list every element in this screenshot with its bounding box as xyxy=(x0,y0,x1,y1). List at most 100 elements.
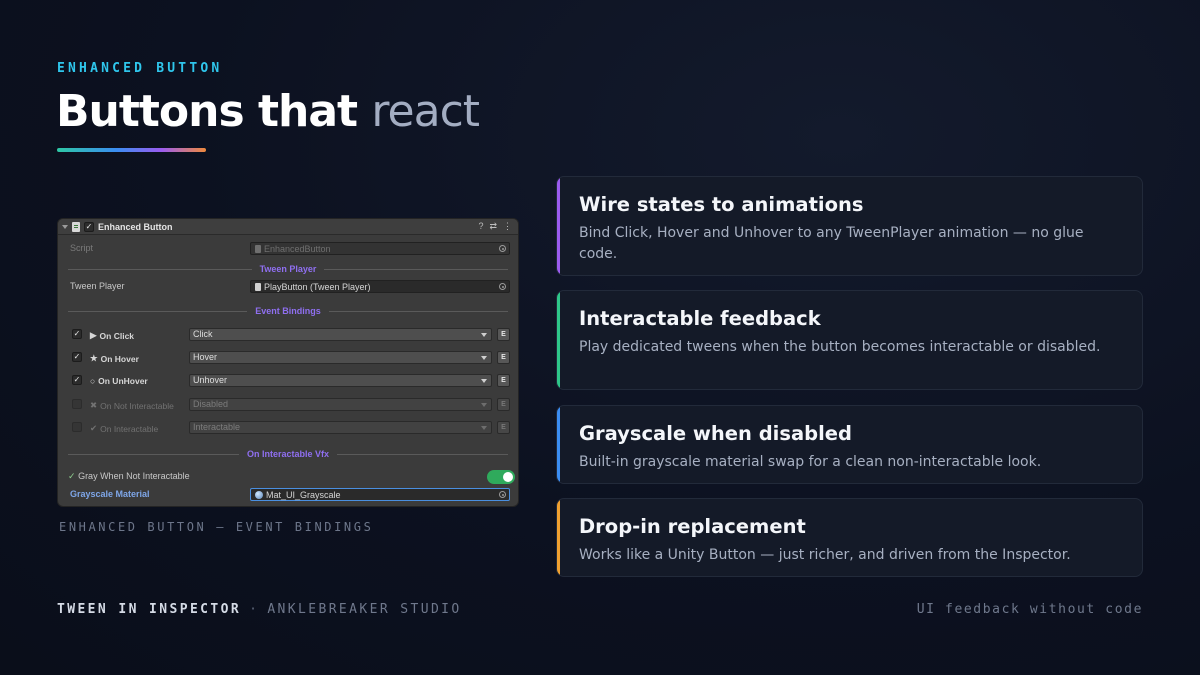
play-icon: ▶ xyxy=(90,330,97,340)
gray-toggle-row: ✓ Gray When Not Interactable xyxy=(58,470,518,484)
event-dropdown[interactable]: Interactable xyxy=(189,421,492,434)
chevron-down-icon xyxy=(481,333,487,337)
material-label: Grayscale Material xyxy=(70,489,150,499)
card-title: Drop-in replacement xyxy=(579,515,806,538)
gray-when-not-interactable-toggle[interactable] xyxy=(487,470,515,484)
edit-button[interactable]: E xyxy=(497,421,510,434)
edit-button[interactable]: E xyxy=(497,374,510,387)
cross-icon: ✖ xyxy=(90,400,98,410)
title-muted: react xyxy=(371,86,480,137)
chevron-down-icon xyxy=(481,403,487,407)
card-title: Grayscale when disabled xyxy=(579,422,852,445)
card-accent xyxy=(557,177,560,275)
checkmark-icon: ✔ xyxy=(90,423,98,433)
section-title: On Interactable Vfx xyxy=(246,449,330,459)
studio-name: ANKLEBREAKER STUDIO xyxy=(267,602,462,617)
brand-name: TWEEN IN INSPECTOR xyxy=(57,602,242,617)
edit-button[interactable]: E xyxy=(497,328,510,341)
presets-icon[interactable]: ⇄ xyxy=(489,221,497,232)
footer-separator: · xyxy=(249,602,260,617)
feature-card: Drop-in replacement Works like a Unity B… xyxy=(556,498,1143,577)
event-dropdown[interactable]: Unhover xyxy=(189,374,492,387)
material-row: Grayscale Material Mat_UI_Grayscale xyxy=(58,488,518,502)
section-title: Tween Player xyxy=(259,264,317,274)
section-vfx: On Interactable Vfx xyxy=(68,448,508,460)
feature-card: Wire states to animations Bind Click, Ho… xyxy=(556,176,1143,276)
script-row: Script EnhancedButton xyxy=(58,242,518,256)
help-icon[interactable]: ? xyxy=(478,221,483,232)
card-accent xyxy=(557,291,560,389)
component-enabled-checkbox[interactable]: ✓ xyxy=(84,221,94,232)
card-description: Works like a Unity Button — just richer,… xyxy=(579,547,1071,563)
script-icon xyxy=(72,221,80,232)
feature-card: Interactable feedback Play dedicated twe… xyxy=(556,290,1143,390)
inspector-panel: ✓ Enhanced Button ? ⇄ ⋮ Script EnhancedB… xyxy=(57,218,519,507)
check-icon: ✓ xyxy=(68,471,76,481)
event-enabled-checkbox[interactable]: ✓ xyxy=(72,422,82,432)
inspector-caption: ENHANCED BUTTON — EVENT BINDINGS xyxy=(59,520,374,534)
object-picker-icon[interactable] xyxy=(499,491,506,498)
footer-brand: TWEEN IN INSPECTOR · ANKLEBREAKER STUDIO xyxy=(57,602,462,617)
footer-tagline: UI feedback without code xyxy=(916,602,1143,617)
event-enabled-checkbox[interactable]: ✓ xyxy=(72,399,82,409)
event-enabled-checkbox[interactable]: ✓ xyxy=(72,329,82,339)
script-value: EnhancedButton xyxy=(264,243,331,254)
event-label: ✖ On Not Interactable xyxy=(90,400,174,411)
title-underline xyxy=(57,148,206,152)
event-enabled-checkbox[interactable]: ✓ xyxy=(72,352,82,362)
gray-toggle-label: ✓ Gray When Not Interactable xyxy=(68,471,190,481)
object-picker-icon[interactable] xyxy=(499,283,506,290)
tween-player-row: Tween Player PlayButton (Tween Player) xyxy=(58,280,518,294)
material-icon xyxy=(255,490,263,499)
event-dropdown[interactable]: Click xyxy=(189,328,492,341)
event-label: ★ On Hover xyxy=(90,353,139,364)
card-title: Interactable feedback xyxy=(579,307,821,330)
section-event-bindings: Event Bindings xyxy=(68,305,509,317)
script-file-icon xyxy=(255,244,261,253)
object-picker-icon xyxy=(499,245,506,252)
event-row-on-click: ✓ ▶ On Click Click E xyxy=(58,328,518,342)
chevron-down-icon xyxy=(481,379,487,383)
card-description: Play dedicated tweens when the button be… xyxy=(579,339,1101,355)
event-row-on-not-interactable: ✓ ✖ On Not Interactable Disabled E xyxy=(58,398,518,412)
page-title: Buttons that react xyxy=(56,86,480,137)
title-main: Buttons that xyxy=(56,86,358,137)
event-label: ▶ On Click xyxy=(90,330,135,341)
card-title: Wire states to animations xyxy=(579,193,864,216)
star-icon: ★ xyxy=(90,353,98,363)
script-field: EnhancedButton xyxy=(250,242,510,255)
event-row-on-hover: ✓ ★ On Hover Hover E xyxy=(58,351,518,365)
object-icon xyxy=(255,282,261,291)
event-enabled-checkbox[interactable]: ✓ xyxy=(72,375,82,385)
edit-button[interactable]: E xyxy=(497,351,510,364)
event-dropdown[interactable]: Disabled xyxy=(189,398,492,411)
script-label: Script xyxy=(70,243,94,253)
material-field[interactable]: Mat_UI_Grayscale xyxy=(250,488,510,501)
circle-icon: ○ xyxy=(90,376,96,386)
event-dropdown[interactable]: Hover xyxy=(189,351,492,364)
feature-card: Grayscale when disabled Built-in graysca… xyxy=(556,405,1143,484)
tween-player-label: Tween Player xyxy=(70,281,125,291)
chevron-down-icon xyxy=(481,426,487,430)
card-accent xyxy=(557,499,560,576)
tween-player-value: PlayButton (Tween Player) xyxy=(264,281,371,292)
kebab-menu-icon[interactable]: ⋮ xyxy=(503,221,512,232)
section-tween-player: Tween Player xyxy=(68,263,508,275)
event-row-on-unhover: ✓ ○ On UnHover Unhover E xyxy=(58,374,518,388)
section-title: Event Bindings xyxy=(255,306,321,316)
chevron-down-icon xyxy=(481,356,487,360)
event-label: ✔ On Interactable xyxy=(90,423,159,434)
eyebrow-label: ENHANCED BUTTON xyxy=(57,61,223,76)
foldout-arrow-icon[interactable] xyxy=(62,224,68,229)
card-description: Bind Click, Hover and Unhover to any Twe… xyxy=(579,225,1084,262)
component-title: Enhanced Button xyxy=(98,221,173,232)
tween-player-field[interactable]: PlayButton (Tween Player) xyxy=(250,280,510,293)
card-accent xyxy=(557,406,560,483)
material-value: Mat_UI_Grayscale xyxy=(266,489,341,500)
component-header[interactable]: ✓ Enhanced Button ? ⇄ ⋮ xyxy=(58,219,518,235)
card-description: Built-in grayscale material swap for a c… xyxy=(579,454,1042,470)
header-icons: ? ⇄ ⋮ xyxy=(478,221,518,232)
event-label: ○ On UnHover xyxy=(90,376,148,386)
event-row-on-interactable: ✓ ✔ On Interactable Interactable E xyxy=(58,421,518,435)
edit-button[interactable]: E xyxy=(497,398,510,411)
